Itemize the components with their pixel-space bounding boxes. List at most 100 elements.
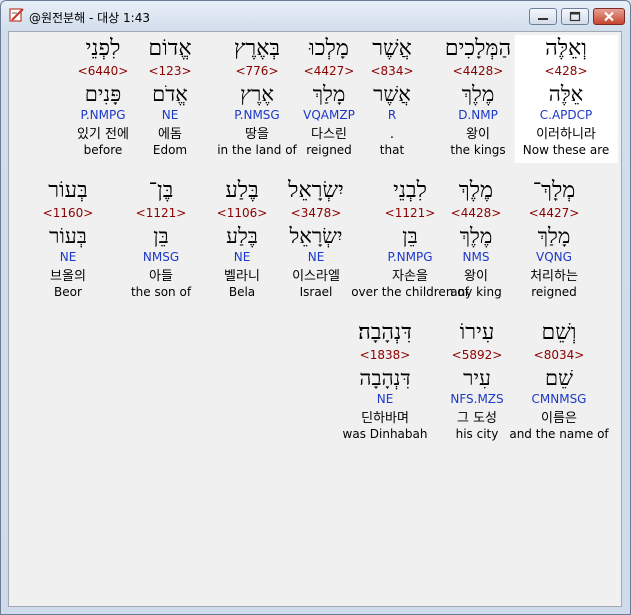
hebrew-word: וְאֵלֶּה: [545, 36, 587, 61]
hebrew-word: בְּעוֹר: [48, 178, 88, 203]
korean-gloss: 에돔: [158, 127, 182, 142]
korean-gloss: 있기 전에: [77, 127, 129, 142]
hebrew-word: מָלְכוּ: [309, 36, 349, 61]
word-cell[interactable]: מָלְכוּ <4427> מָלַךְ VQAMZP 다스린 reigned: [303, 35, 355, 157]
strong-number: <834>: [370, 64, 414, 78]
english-gloss: Edom: [152, 143, 188, 157]
korean-gloss: 이스라엘: [292, 269, 340, 284]
morphology-code: C.APDCP: [539, 108, 593, 122]
word-cell[interactable]: אֲשֶׁר <834> אֲשֶׁר R. that: [370, 35, 413, 157]
lexical-form: דִּנְהָבָה: [359, 366, 411, 390]
lexical-form: בֵּן: [402, 224, 418, 248]
english-gloss: before: [83, 143, 123, 157]
word-cell[interactable]: בְּעוֹר <1160> בְּעוֹר NE 브올의 Beor: [43, 177, 94, 299]
word-cell[interactable]: לִבְנֵי <1121> בֵּן P.NMPG 자손을 over the child…: [351, 177, 469, 299]
hebrew-word: הַמְּלָכִים: [444, 36, 512, 61]
strong-number: <8034>: [533, 348, 585, 362]
word-cell[interactable]: דִּנְהָבָה׃ <1838> דִּנְהָבָה NE 딘하바며 was Din…: [343, 319, 428, 441]
title-bar[interactable]: @원전분해 - 대상 1:43: [1, 1, 630, 31]
lexical-form: עִיר: [463, 366, 491, 390]
strong-number: <776>: [235, 64, 279, 78]
strong-number: <1121>: [384, 206, 436, 220]
strong-number: <123>: [148, 64, 192, 78]
hebrew-word: אֱדוֹם: [148, 36, 192, 61]
lexical-form: פָּנִים: [84, 82, 122, 106]
morphology-code: NE: [376, 392, 394, 406]
english-gloss: reigned: [531, 285, 577, 299]
hebrew-word: עִירוֹ: [459, 320, 495, 345]
korean-gloss: 처리하는: [530, 269, 578, 284]
lexical-form: אֲשֶׁר: [373, 82, 411, 106]
english-gloss: Now these are: [522, 143, 610, 157]
english-gloss: reigned: [306, 143, 352, 157]
lexical-form: מָלַךְ: [537, 224, 571, 248]
word-cell[interactable]: וְאֵלֶּה <428> אֵלֶּה C.APDCP 이러하니라 Now these…: [514, 35, 618, 163]
english-gloss: and the name of: [509, 427, 609, 441]
strong-number: <1838>: [359, 348, 411, 362]
korean-gloss: 이러하니라: [536, 127, 596, 142]
word-cell[interactable]: בְּאֶרֶץ <776> אֶרֶץ P.NMSG 땅을 in the land of: [217, 35, 297, 157]
maximize-button[interactable]: [561, 8, 589, 25]
hebrew-word: אֲשֶׁר: [372, 36, 412, 61]
korean-gloss: 왕이: [466, 127, 490, 142]
lexical-form: יִשְׂרָאֵל: [289, 224, 343, 248]
strong-number: <1121>: [135, 206, 187, 220]
word-cell[interactable]: עִירוֹ <5892> עִיר NFS.MZS 그 도성 his city: [450, 319, 503, 441]
analysis-panel: וְאֵלֶּה <428> אֵלֶּה C.APDCP 이러하니라 Now these…: [8, 31, 622, 607]
hebrew-word: בֶּן־: [148, 178, 174, 203]
korean-gloss: 아들: [149, 269, 173, 284]
strong-number: <6440>: [77, 64, 129, 78]
word-cell[interactable]: וְשֵׁם <8034> שֵׁם CMNMSG 이름은 and the name of: [509, 319, 608, 441]
word-cell[interactable]: יִשְׂרָאֵל <3478> יִשְׂרָאֵל NE 이스라엘 Israel: [288, 177, 344, 299]
close-button[interactable]: [593, 8, 625, 25]
english-gloss: in the land of: [217, 143, 297, 157]
word-cell[interactable]: לִפְנֵי <6440> פָּנִים P.NMPG 있기 전에 before: [77, 35, 129, 157]
strong-number: <4427>: [303, 64, 355, 78]
english-gloss: Beor: [54, 285, 82, 299]
strong-number: <1106>: [216, 206, 268, 220]
lexical-form: בֵּן: [153, 224, 169, 248]
lexical-form: אֵלֶּה: [548, 82, 584, 106]
korean-gloss: .: [389, 127, 395, 142]
window-title: @원전분해 - 대상 1:43: [29, 11, 150, 25]
strong-number: <5892>: [451, 348, 503, 362]
lexical-form: מָלַךְ: [312, 82, 346, 106]
hebrew-word: בְּאֶרֶץ: [233, 36, 281, 61]
morphology-code: P.NMPG: [387, 250, 433, 264]
strong-number: <4428>: [452, 64, 504, 78]
hebrew-word: דִּנְהָבָה׃: [358, 320, 412, 345]
lexical-form: בֶּלַע: [226, 224, 258, 248]
korean-gloss: 브올의: [50, 269, 86, 284]
morphology-code: NMSG: [142, 250, 180, 264]
lexical-form: מֶלֶךְ: [461, 82, 495, 106]
book-pencil-icon: [9, 7, 25, 23]
strong-number: <3478>: [290, 206, 342, 220]
morphology-code: D.NMP: [458, 108, 498, 122]
strong-number: <4427>: [528, 206, 580, 220]
morphology-code: NE: [59, 250, 77, 264]
korean-gloss: 벨라니: [224, 269, 260, 284]
morphology-code: NFS.MZS: [450, 392, 504, 406]
korean-gloss: 다스린: [311, 127, 347, 142]
english-gloss: over the children of: [351, 285, 469, 299]
morphology-code: VQNG: [536, 250, 572, 264]
word-cell[interactable]: מְלָךְ־ <4427> מָלַךְ VQNG 처리하는 reigned: [529, 177, 580, 299]
strong-number: <428>: [544, 64, 588, 78]
morphology-code: P.NMPG: [80, 108, 126, 122]
strong-number: <1160>: [42, 206, 94, 220]
english-gloss: was Dinhabah: [342, 427, 428, 441]
morphology-code: R: [387, 108, 397, 122]
korean-gloss: 자손을: [392, 269, 428, 284]
maximize-icon: [569, 11, 581, 22]
english-gloss: Bela: [228, 285, 256, 299]
word-cell[interactable]: אֱדוֹם <123> אֱדֹם NE 에돔 Edom: [148, 35, 191, 157]
minimize-button[interactable]: [529, 8, 557, 25]
word-cell[interactable]: הַמְּלָכִים <4428> מֶלֶךְ D.NMP 왕이 the kings: [445, 35, 511, 157]
word-cell[interactable]: בֶּלַע <1106> בֶּלַע NE 벨라니 Bela: [217, 177, 268, 299]
word-cell[interactable]: בֶּן־ <1121> בֵּן NMSG 아들 the son of: [131, 177, 191, 299]
korean-gloss: 땅을: [245, 127, 269, 142]
korean-gloss: 이름은: [541, 411, 577, 426]
english-gloss: the kings: [450, 143, 506, 157]
korean-gloss: 그 도성: [456, 411, 498, 426]
english-gloss: the son of: [130, 285, 192, 299]
